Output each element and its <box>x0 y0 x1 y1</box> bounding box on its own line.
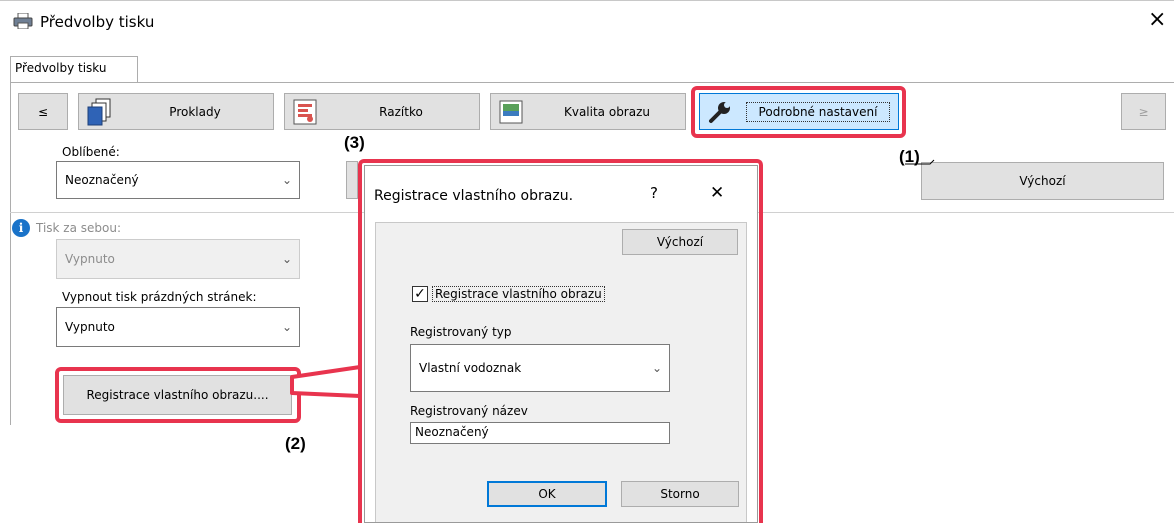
cancel-label: Storno <box>660 487 700 501</box>
ok-label: OK <box>538 487 556 501</box>
chevron-down-icon: ⌄ <box>651 361 663 375</box>
dialog-default-button[interactable]: Výchozí <box>622 229 738 255</box>
ok-button[interactable]: OK <box>487 481 607 507</box>
registered-name-field[interactable]: Neoznačený <box>410 422 670 444</box>
dialog-panel: Výchozí ✓ Registrace vlastního obrazu Re… <box>375 222 747 522</box>
callout-3: (3) <box>344 133 365 152</box>
dialog-default-label: Výchozí <box>656 235 704 249</box>
registered-type-value: Vlastní vodoznak <box>419 361 522 375</box>
registered-type-select[interactable]: Vlastní vodoznak ⌄ <box>410 344 670 392</box>
zoom-connector <box>290 365 362 398</box>
cancel-button[interactable]: Storno <box>621 481 739 507</box>
dialog-title: Registrace vlastního obrazu. <box>374 188 574 204</box>
help-icon[interactable]: ? <box>650 184 658 202</box>
register-custom-image-dialog: Registrace vlastního obrazu. ? ✕ Výchozí… <box>364 165 758 523</box>
registered-type-label: Registrovaný typ <box>410 325 512 339</box>
callout-2: (2) <box>285 434 306 453</box>
register-checkbox[interactable]: ✓ <box>412 286 428 302</box>
register-checkbox-label[interactable]: Registrace vlastního obrazu <box>432 286 605 302</box>
registered-name-label: Registrovaný název <box>410 404 528 418</box>
dialog-close-icon[interactable]: ✕ <box>710 183 724 203</box>
callout-1: (1) <box>899 147 920 166</box>
